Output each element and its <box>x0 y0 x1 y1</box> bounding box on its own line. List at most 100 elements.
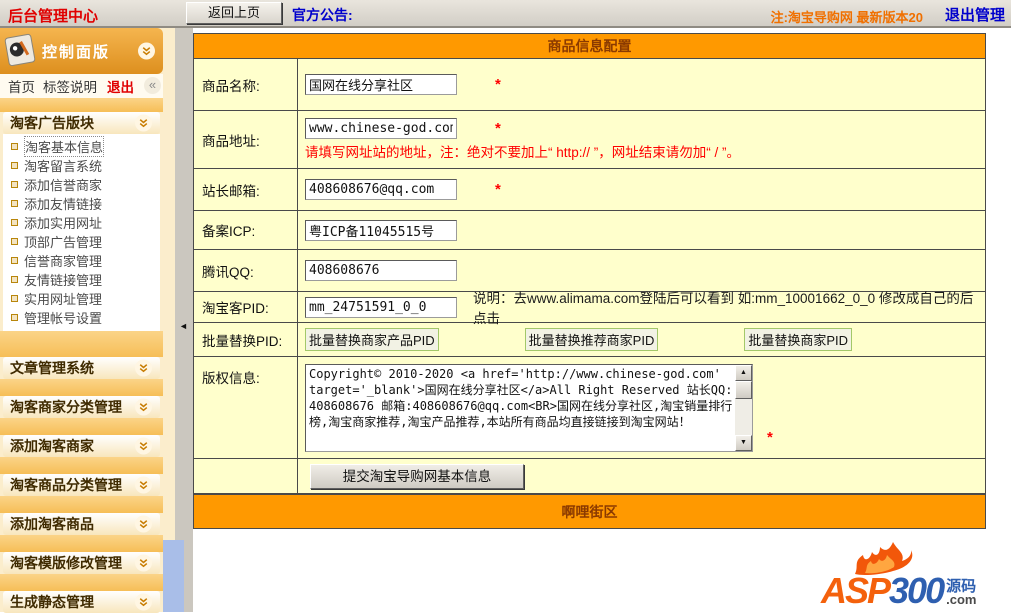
logo-com-text: .com <box>946 592 977 607</box>
bullet-icon <box>11 200 18 207</box>
sidebar-gap <box>0 535 163 552</box>
batch-replace-merchant-pid-button[interactable]: 批量替换商家PID <box>744 328 853 351</box>
pid-input[interactable] <box>305 296 457 318</box>
bullet-icon <box>11 181 18 188</box>
sidebar-item-useful-url-manage[interactable]: 实用网址管理 <box>3 289 160 308</box>
sidebar-item-add-friend-link[interactable]: 添加友情链接 <box>3 194 160 213</box>
row-pid: 淘宝客PID: 说明：去www.alimama.com登陆后可以看到 如:mm_… <box>194 291 985 326</box>
batch-replace-recommend-merchant-pid-button[interactable]: 批量替换推荐商家PID <box>524 328 659 351</box>
bullet-icon <box>11 257 18 264</box>
chevron-down-icon[interactable] <box>135 114 152 132</box>
nav-home-link[interactable]: 首页 <box>8 76 35 96</box>
chevron-down-icon[interactable] <box>135 437 152 455</box>
scrollbar[interactable]: ▲ ▼ <box>735 364 752 451</box>
scroll-track[interactable] <box>735 380 752 435</box>
row-qq: 腾讯QQ: <box>194 250 985 292</box>
copyright-textarea[interactable]: Copyright© 2010-2020 <a href='http://www… <box>305 363 753 452</box>
section-header-ads[interactable]: 淘客广告版块 <box>3 112 160 134</box>
sidebar-item-admin-account[interactable]: 管理帐号设置 <box>3 308 160 327</box>
email-input[interactable] <box>305 179 457 200</box>
app-title: 后台管理中心 <box>8 8 99 25</box>
field-label: 版权信息: <box>194 357 298 458</box>
chevron-down-icon[interactable] <box>135 554 152 572</box>
section-header-template-manage[interactable]: 淘客模版修改管理 <box>3 552 160 574</box>
field-label: 腾讯QQ: <box>194 250 298 291</box>
sidebar-gap <box>0 379 163 396</box>
required-asterisk: * <box>495 76 501 93</box>
field-label: 备案ICP: <box>194 211 298 249</box>
bullet-icon <box>11 314 18 321</box>
form-title: 商品信息配置 <box>194 34 985 59</box>
bullet-icon <box>11 219 18 226</box>
sidebar: 控制面版 首页 标签说明 退出 « 淘客广告版块 淘客基本信息 淘客留言系统 添… <box>0 28 175 613</box>
sidebar-gap <box>0 574 163 591</box>
site-url-input[interactable] <box>305 118 457 139</box>
icp-input[interactable] <box>305 219 457 241</box>
section-header-static-generate[interactable]: 生成静态管理 <box>3 591 160 613</box>
bullet-icon <box>11 276 18 283</box>
row-submit: 提交淘宝导购网基本信息 <box>194 459 985 494</box>
required-asterisk: * <box>495 120 501 137</box>
chevron-down-icon[interactable] <box>135 398 152 416</box>
section-header-add-product[interactable]: 添加淘客商品 <box>3 513 160 535</box>
chevron-down-icon[interactable] <box>135 359 152 377</box>
field-label: 站长邮箱: <box>194 169 298 210</box>
sidebar-item-add-reputable-merchant[interactable]: 添加信誉商家 <box>3 175 160 194</box>
product-name-input[interactable] <box>305 74 457 95</box>
control-panel-header[interactable]: 控制面版 <box>0 28 163 74</box>
bullet-icon <box>11 143 18 150</box>
required-asterisk: * <box>767 429 773 446</box>
scroll-strip <box>163 540 184 612</box>
back-button[interactable]: 返回上页 <box>186 2 282 24</box>
section-title: 淘客广告版块 <box>10 115 94 131</box>
scroll-up-icon[interactable]: ▲ <box>735 364 752 381</box>
section-header-add-merchant[interactable]: 添加淘客商家 <box>3 435 160 457</box>
sidebar-gap <box>0 418 163 435</box>
field-label: 商品名称: <box>194 59 298 110</box>
nav-tag-help-link[interactable]: 标签说明 <box>43 76 97 96</box>
panel-title: 控制面版 <box>42 43 111 61</box>
row-copyright: 版权信息: Copyright© 2010-2020 <a href='http… <box>194 357 985 459</box>
sidebar-item-message-system[interactable]: 淘客留言系统 <box>3 156 160 175</box>
field-label: 商品地址: <box>194 111 298 168</box>
chevron-down-icon[interactable] <box>138 42 155 60</box>
section-header-product-category[interactable]: 淘客商品分类管理 <box>3 474 160 496</box>
batch-replace-merchant-product-pid-button[interactable]: 批量替换商家产品PID <box>305 328 439 351</box>
sidebar-item-reputable-merchant-manage[interactable]: 信誉商家管理 <box>3 251 160 270</box>
row-product-name: 商品名称: * <box>194 59 985 111</box>
collapse-left-icon[interactable]: « <box>144 77 161 94</box>
sidebar-divider[interactable]: ◄ <box>175 28 193 612</box>
row-email: 站长邮箱: * <box>194 169 985 211</box>
nav-exit-link[interactable]: 退出 <box>107 76 134 96</box>
chevron-down-icon[interactable] <box>135 515 152 533</box>
scroll-down-icon[interactable]: ▼ <box>735 434 752 451</box>
scroll-thumb[interactable] <box>735 380 752 399</box>
form-footer-title: 啊哩街区 <box>194 494 985 528</box>
sidebar-quick-nav: 首页 标签说明 退出 « <box>0 74 163 98</box>
copyright-text: Copyright© 2010-2020 <a href='http://www… <box>309 366 733 429</box>
sidebar-gap <box>0 496 163 513</box>
announcement-label: 官方公告: <box>292 7 353 23</box>
sidebar-item-top-ad-manage[interactable]: 顶部广告管理 <box>3 232 160 251</box>
logo-300-text: 300 <box>889 570 945 611</box>
field-label: 淘宝客PID: <box>194 292 298 322</box>
sidebar-item-friend-link-manage[interactable]: 友情链接管理 <box>3 270 160 289</box>
sidebar-item-add-useful-url[interactable]: 添加实用网址 <box>3 213 160 232</box>
collapse-arrow-icon[interactable]: ◄ <box>179 321 188 331</box>
section-header-merchant-category[interactable]: 淘客商家分类管理 <box>3 396 160 418</box>
row-icp: 备案ICP: <box>194 211 985 250</box>
sidebar-gap <box>0 331 163 357</box>
site-url-note: 请填写网址站的地址，注：绝对不要加上“ http:// ”，网址结束请勿加“ /… <box>305 145 741 160</box>
sidebar-gap <box>0 98 163 112</box>
logo-asp-text: ASP <box>821 570 891 611</box>
row-site-url: 商品地址: * 请填写网址站的地址，注：绝对不要加上“ http:// ”，网址… <box>194 111 985 169</box>
submit-button[interactable]: 提交淘宝导购网基本信息 <box>310 463 524 489</box>
chevron-down-icon[interactable] <box>135 593 152 611</box>
logout-link[interactable]: 退出管理 <box>945 4 1005 25</box>
field-label: 批量替换PID: <box>194 323 298 356</box>
sidebar-item-basic-info[interactable]: 淘客基本信息 <box>3 136 160 157</box>
section-header-articles[interactable]: 文章管理系统 <box>3 357 160 379</box>
chevron-down-icon[interactable] <box>135 476 152 494</box>
product-info-form: 商品信息配置 商品名称: * 商品地址: * 请填写网址站的地址，注：绝对不要加… <box>193 33 986 529</box>
qq-input[interactable] <box>305 260 457 281</box>
